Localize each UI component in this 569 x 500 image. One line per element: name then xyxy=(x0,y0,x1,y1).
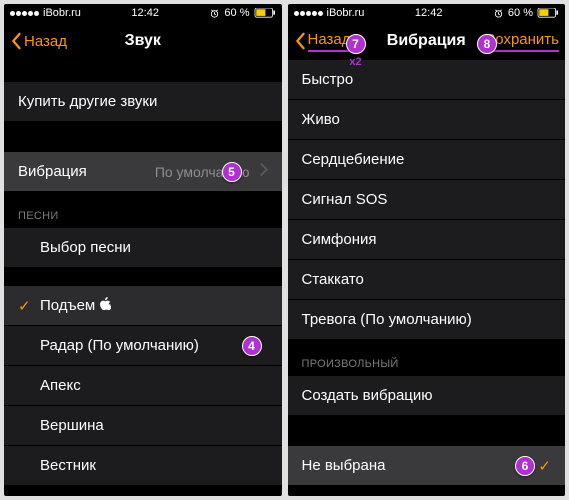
create-vibration-row[interactable]: Создать вибрацию xyxy=(288,376,566,416)
left-screenshot: iBobr.ru 12:42 60 % Назад Звук Купить др… xyxy=(4,4,282,496)
chevron-left-icon xyxy=(294,32,306,50)
buy-sounds-label: Купить другие звуки xyxy=(18,93,157,110)
choose-song-label: Выбор песни xyxy=(40,239,131,256)
annotation-badge-4: 4 xyxy=(242,336,262,356)
alarm-icon xyxy=(493,8,504,19)
sound-list[interactable]: Купить другие звуки Вибрация По умолчани… xyxy=(4,60,282,496)
sound-item-row[interactable]: Радар (По умолчанию) 4 xyxy=(4,326,282,366)
section-header-songs: Песни xyxy=(4,192,282,228)
annotation-badge-8: 8 xyxy=(477,34,497,54)
buy-sounds-row[interactable]: Купить другие звуки xyxy=(4,82,282,122)
battery-pct: 60 % xyxy=(508,7,533,19)
vibration-item-label: Стаккато xyxy=(302,271,364,288)
vibration-label: Вибрация xyxy=(18,163,87,180)
vibration-item-label: Сигнал SOS xyxy=(302,191,388,208)
vibration-list[interactable]: Быстро Живо Сердцебиение Сигнал SOS Симф… xyxy=(288,60,566,496)
none-selected-label: Не выбрана xyxy=(302,457,386,474)
vibration-item-label: Сердцебиение xyxy=(302,151,405,168)
check-icon: ✓ xyxy=(538,457,551,475)
back-label: Назад xyxy=(308,31,351,52)
carrier-label: iBobr.ru xyxy=(327,7,365,19)
sound-item-row[interactable]: Вестник xyxy=(4,446,282,486)
annotation-badge-7: 7 xyxy=(346,34,366,54)
annotation-x2: x2 xyxy=(346,56,366,68)
apple-logo-icon xyxy=(95,297,111,315)
signal-dots-icon xyxy=(294,11,323,16)
vibration-item-label: Живо xyxy=(302,111,340,128)
sound-item-row[interactable]: Апекс xyxy=(4,366,282,406)
annotation-badge-5: 5 xyxy=(222,162,242,182)
battery-icon xyxy=(537,8,559,18)
back-button[interactable]: Назад xyxy=(10,32,67,50)
signal-dots-icon xyxy=(10,11,39,16)
status-bar: iBobr.ru 12:42 60 % xyxy=(288,4,566,22)
back-button[interactable]: Назад xyxy=(294,31,351,52)
battery-icon xyxy=(254,8,276,18)
sound-item-label: Апекс xyxy=(40,377,81,394)
alarm-icon xyxy=(209,8,220,19)
right-screenshot: iBobr.ru 12:42 60 % Назад Вибрация Сохра… xyxy=(288,4,566,496)
vibration-item-label: Быстро xyxy=(302,71,354,88)
check-icon: ✓ xyxy=(18,297,40,315)
vibration-item-row[interactable]: Тревога (По умолчанию) xyxy=(288,300,566,340)
vibration-item-row[interactable]: Живо xyxy=(288,100,566,140)
vibration-item-label: Симфония xyxy=(302,231,377,248)
vibration-row[interactable]: Вибрация По умолчанию 5 xyxy=(4,152,282,192)
create-vibration-label: Создать вибрацию xyxy=(302,387,433,404)
status-bar: iBobr.ru 12:42 60 % xyxy=(4,4,282,22)
clock: 12:42 xyxy=(131,7,159,19)
annotation-badge-6: 6 xyxy=(515,456,535,476)
nav-bar: Назад Вибрация Сохранить 7 x2 8 xyxy=(288,22,566,60)
sound-item-label: Вершина xyxy=(40,417,104,434)
vibration-item-row[interactable]: Сигнал SOS xyxy=(288,180,566,220)
nav-bar: Назад Звук xyxy=(4,22,282,60)
sound-item-label: Вестник xyxy=(40,457,96,474)
chevron-right-icon xyxy=(260,163,268,180)
vibration-item-label: Тревога (По умолчанию) xyxy=(302,311,472,328)
sound-item-label: Подъем xyxy=(40,297,95,314)
none-selected-row[interactable]: Не выбрана ✓ 6 xyxy=(288,446,566,486)
sound-item-row[interactable]: Вершина xyxy=(4,406,282,446)
vibration-item-row[interactable]: Симфония xyxy=(288,220,566,260)
carrier-label: iBobr.ru xyxy=(43,7,81,19)
section-header-custom: Произвольный xyxy=(288,340,566,376)
chevron-left-icon xyxy=(10,32,22,50)
vibration-item-row[interactable]: Стаккато xyxy=(288,260,566,300)
battery-pct: 60 % xyxy=(224,7,249,19)
sound-item-row[interactable]: ✓ Подъем xyxy=(4,286,282,326)
sound-item-label: Радар (По умолчанию) xyxy=(40,337,199,354)
back-label: Назад xyxy=(24,33,67,50)
clock: 12:42 xyxy=(415,7,443,19)
vibration-item-row[interactable]: Быстро xyxy=(288,60,566,100)
vibration-item-row[interactable]: Сердцебиение xyxy=(288,140,566,180)
choose-song-row[interactable]: Выбор песни xyxy=(4,228,282,268)
